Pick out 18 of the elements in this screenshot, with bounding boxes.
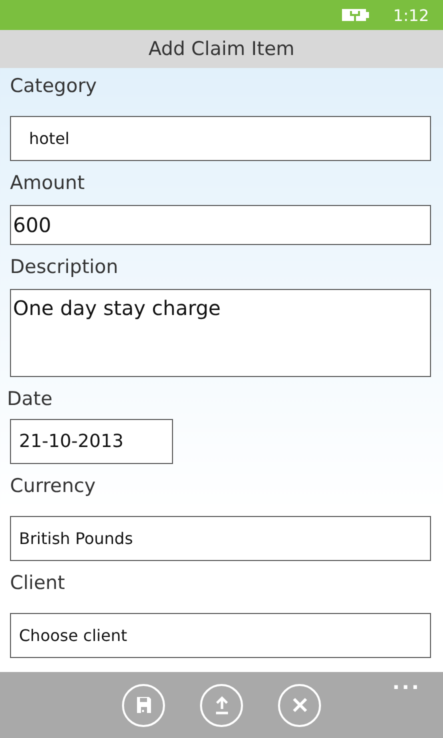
upload-button[interactable]	[200, 684, 243, 726]
picker-field[interactable]: Choose client	[10, 613, 431, 658]
field-label: Currency	[10, 474, 96, 499]
page-title: Add Claim Item	[148, 38, 295, 60]
save-button[interactable]	[122, 684, 165, 726]
cancel-button[interactable]	[278, 684, 321, 726]
clock-time: 1:12	[393, 6, 429, 24]
input-field[interactable]: 600	[10, 205, 431, 245]
field-label: Date	[7, 387, 52, 412]
input-field[interactable]: 21-10-2013	[10, 419, 173, 464]
field-label: Description	[10, 255, 118, 280]
field-label: Category	[10, 74, 97, 99]
picker-field[interactable]: hotel	[10, 116, 431, 161]
field-label: Client	[10, 571, 66, 596]
battery-charging-icon	[341, 7, 372, 23]
input-field[interactable]: One day stay charge	[10, 289, 431, 377]
picker-field[interactable]: British Pounds	[10, 516, 431, 561]
field-label: Amount	[10, 171, 85, 196]
